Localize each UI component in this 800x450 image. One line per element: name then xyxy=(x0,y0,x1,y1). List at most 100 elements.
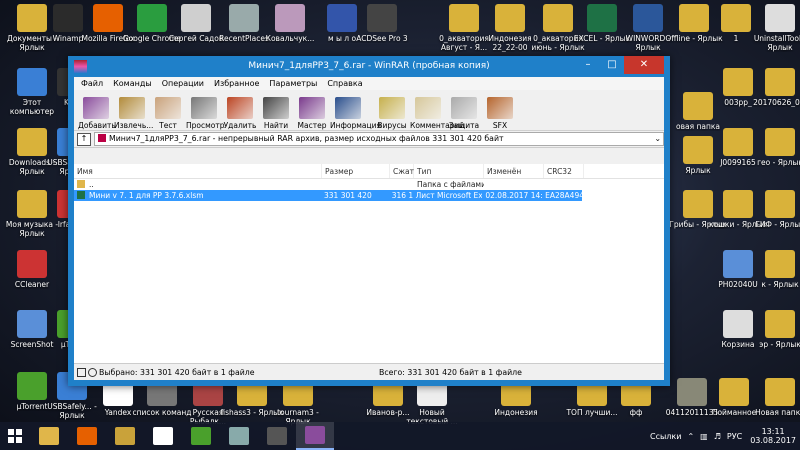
windows-logo-icon xyxy=(8,429,22,443)
folder-icon xyxy=(765,68,795,96)
utorrent-icon xyxy=(191,427,211,445)
close-button[interactable]: ✕ xyxy=(624,56,664,74)
taskbar-explorer-button[interactable] xyxy=(30,422,68,450)
file-list: Имя Размер Сжат Тип Изменён CRC32 .. Папк… xyxy=(74,164,664,364)
archive-path-field[interactable]: Минич7_1дляPP3_7_6.rar - непрерывный RAR… xyxy=(94,132,664,146)
archive-path-text: Минич7_1дляPP3_7_6.rar - непрерывный RAR… xyxy=(109,134,504,143)
column-modified[interactable]: Изменён xyxy=(484,164,544,178)
folder-icon xyxy=(495,4,525,32)
start-button[interactable] xyxy=(0,422,30,450)
taskbar-window2-button[interactable] xyxy=(220,422,258,450)
desktop-icon-acdsee[interactable]: ACDSee Pro 3 xyxy=(350,4,414,43)
column-crc[interactable]: CRC32 xyxy=(544,164,584,178)
camera-icon xyxy=(367,4,397,32)
network-icon[interactable]: ▥ xyxy=(700,432,708,441)
toolbar-sfx-button[interactable]: SFX xyxy=(482,97,518,130)
menu-favorites[interactable]: Избранное xyxy=(209,77,264,90)
desktop-icon-label: ГИФ - Ярлык xyxy=(755,220,800,229)
minimize-button[interactable]: – xyxy=(576,56,600,74)
language-indicator[interactable]: РУС xyxy=(727,432,742,441)
title-bar[interactable]: Минич7_1дляPP3_7_6.rar - WinRAR (пробная… xyxy=(68,56,670,77)
taskbar-utorrent-button[interactable] xyxy=(182,422,220,450)
explorer-icon xyxy=(39,427,59,445)
taskbar-acdsee-button[interactable] xyxy=(258,422,296,450)
desktop-icon-reo[interactable]: гео - Ярлык xyxy=(748,128,800,167)
toolbar-label: Комментарий xyxy=(410,121,465,130)
toolbar-info-button[interactable]: Информация xyxy=(330,97,381,130)
column-type[interactable]: Тип xyxy=(414,164,484,178)
protect-icon xyxy=(451,97,477,119)
desktop-icon-label: гео - Ярлык xyxy=(757,158,800,167)
toolbar-find-button[interactable]: Найти xyxy=(258,97,294,130)
key-icon[interactable] xyxy=(88,367,97,377)
toolbar-wizard-button[interactable]: Мастер xyxy=(294,97,330,130)
desktop-icon-novaya1[interactable]: Новая папка xyxy=(748,378,800,417)
window2-icon xyxy=(229,427,249,445)
folder-icon xyxy=(719,378,749,406)
chevron-down-icon[interactable]: ⌄ xyxy=(654,133,661,145)
menu-bar: Файл Команды Операции Избранное Параметр… xyxy=(74,77,664,90)
toolbar-virus-button[interactable]: Вирусы xyxy=(374,97,410,130)
tray-up-icon[interactable]: ⌃ xyxy=(687,432,694,441)
clock[interactable]: 13:11 03.08.2017 xyxy=(750,427,796,445)
winamp-icon xyxy=(115,427,135,445)
menu-operations[interactable]: Операции xyxy=(157,77,209,90)
table-row[interactable]: .. Папка с файлами xyxy=(74,179,664,190)
desktop-icon-er[interactable]: эр - Ярлык xyxy=(748,310,800,349)
folder-icon xyxy=(449,4,479,32)
menu-options[interactable]: Параметры xyxy=(264,77,322,90)
list-header: Имя Размер Сжат Тип Изменён CRC32 xyxy=(74,164,664,179)
taskbar-winrar-button[interactable] xyxy=(296,422,334,450)
status-total: Всего: 331 301 420 байт в 1 файле xyxy=(379,367,522,377)
toolbar-label: Найти xyxy=(263,121,289,130)
folder-icon xyxy=(765,310,795,338)
links-toolbar[interactable]: Ссылки xyxy=(650,432,681,441)
comment-icon xyxy=(415,97,441,119)
info-icon xyxy=(335,97,361,119)
up-folder-button[interactable]: ↑ xyxy=(77,132,91,146)
maximize-button[interactable]: □ xyxy=(600,56,624,74)
taskbar-firefox-button[interactable] xyxy=(68,422,106,450)
recent-icon xyxy=(229,4,259,32)
desktop-icon-uninstall[interactable]: UninstallTool - Ярлык xyxy=(748,4,800,52)
cell-modified xyxy=(484,179,544,190)
desktop-icon-ccleaner[interactable]: CCleaner xyxy=(0,250,64,289)
column-size[interactable]: Размер xyxy=(322,164,390,178)
find-icon xyxy=(263,97,289,119)
toolbar-comment-button[interactable]: Комментарий xyxy=(410,97,465,130)
toolbar-extract-button[interactable]: Извлечь... xyxy=(114,97,153,130)
toolbar-view-button[interactable]: Просмотр xyxy=(186,97,225,130)
cell-type: Папка с файлами xyxy=(417,180,484,189)
table-row[interactable]: Мини v 7. 1 для PP 3.7.6.xlsm 331 301 420… xyxy=(74,190,582,201)
folder-icon xyxy=(765,190,795,218)
menu-file[interactable]: Файл xyxy=(76,77,108,90)
taskbar-yandex-button[interactable] xyxy=(144,422,182,450)
column-name[interactable]: Имя xyxy=(74,164,322,178)
toolbar-label: Удалить xyxy=(223,121,257,130)
toolbar: Добавить Извлечь... Тест Просмотр Удалить Най… xyxy=(74,90,664,131)
volume-icon[interactable]: ♬ xyxy=(714,432,721,441)
taskbar-winamp-button[interactable] xyxy=(106,422,144,450)
desktop-icon-label: ACDSee Pro 3 xyxy=(356,34,408,43)
yandex-icon xyxy=(153,427,173,445)
firefox-icon xyxy=(77,427,97,445)
extract-icon xyxy=(119,97,145,119)
toolbar-protect-button[interactable]: Защита xyxy=(446,97,482,130)
folder-icon xyxy=(765,128,795,156)
toolbar-add-button[interactable]: Добавить xyxy=(78,97,116,130)
toolbar-delete-button[interactable]: Удалить xyxy=(222,97,258,130)
clock-time: 13:11 xyxy=(761,427,785,436)
drive-icon[interactable] xyxy=(77,367,86,377)
cell-modified: 02.08.2017 14:42 xyxy=(485,191,542,200)
desktop-icon-d20170626[interactable]: 20170626_0... xyxy=(748,68,800,107)
toolbar-test-button[interactable]: Тест xyxy=(150,97,186,130)
cell-name: Мини v 7. 1 для PP 3.7.6.xlsm xyxy=(74,190,321,201)
column-packed[interactable]: Сжат xyxy=(390,164,414,178)
excel-icon xyxy=(587,4,617,32)
menu-commands[interactable]: Команды xyxy=(108,77,157,90)
desktop-icon-label: к - Ярлык xyxy=(761,280,799,289)
menu-help[interactable]: Справка xyxy=(322,77,367,90)
acdsee-icon xyxy=(267,427,287,445)
desktop-icon-k[interactable]: к - Ярлык xyxy=(748,250,800,289)
desktop-icon-gif[interactable]: ГИФ - Ярлык xyxy=(748,190,800,229)
